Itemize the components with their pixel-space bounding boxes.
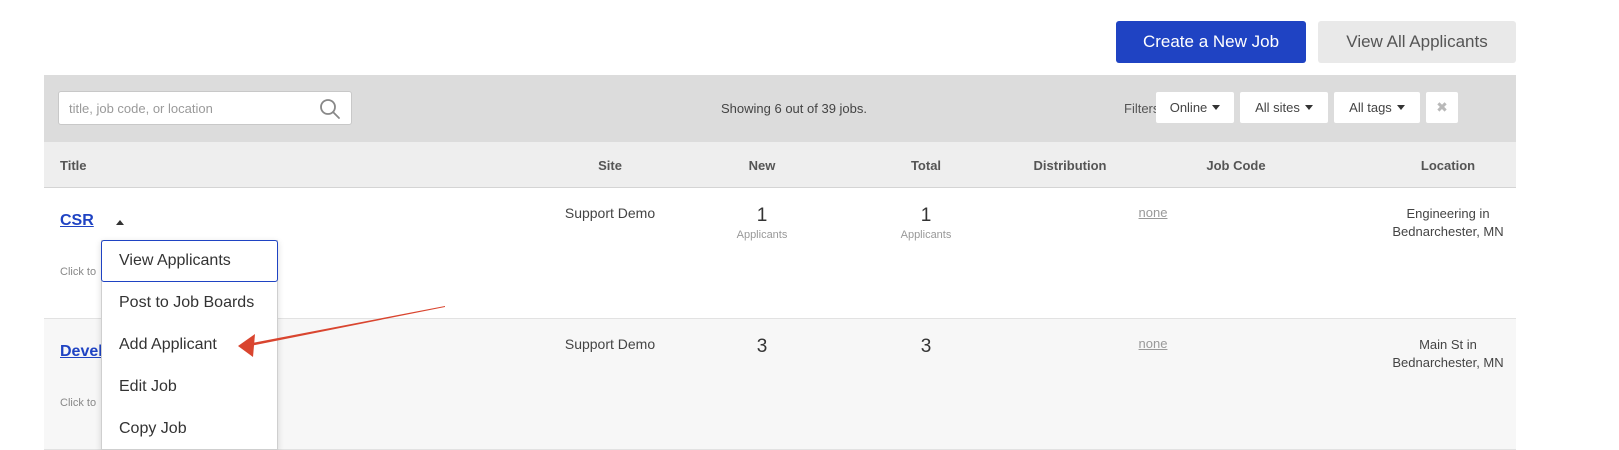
column-header-total[interactable]: Total [866,142,986,188]
job-location: Main St in Bednarchester, MN [1384,336,1512,372]
sites-filter-dropdown[interactable]: All sites [1240,92,1328,123]
chevron-up-icon[interactable] [116,220,124,225]
menu-item-add-applicant[interactable]: Add Applicant [102,324,277,366]
location-line: Bednarchester, MN [1392,355,1504,370]
results-count: Showing 6 out of 39 jobs. [721,101,867,116]
location-line: Engineering in [1406,206,1490,221]
status-filter-dropdown[interactable]: Online [1156,92,1234,123]
new-applicants-count[interactable]: 3 [702,336,822,358]
menu-item-copy-job[interactable]: Copy Job [102,408,277,450]
create-new-job-button[interactable]: Create a New Job [1116,21,1306,63]
new-count-label: Applicants [736,229,788,241]
job-actions-menu: View Applicants Post to Job Boards Add A… [101,240,278,450]
distribution-link[interactable]: none [1093,205,1213,220]
job-title-link[interactable]: Devel [60,343,103,361]
job-location: Engineering in Bednarchester, MN [1384,205,1512,241]
total-count: 1 [920,205,932,226]
filter-bar: Showing 6 out of 39 jobs. Filters: Onlin… [44,75,1516,142]
column-header-job-code[interactable]: Job Code [1176,142,1296,188]
search-box [58,91,352,125]
new-count: 3 [756,336,768,357]
chevron-down-icon [1304,105,1313,110]
row-hint: Click to [60,397,97,409]
new-count: 1 [756,205,768,226]
status-filter-label: Online [1169,100,1208,115]
column-header-location[interactable]: Location [1384,142,1512,188]
total-count-label: Applicants [900,229,952,241]
tags-filter-dropdown[interactable]: All tags [1334,92,1420,123]
column-header-site[interactable]: Site [535,142,685,188]
menu-item-post-to-job-boards[interactable]: Post to Job Boards [102,282,277,324]
job-site: Support Demo [564,336,656,352]
menu-item-edit-job[interactable]: Edit Job [102,366,277,408]
sites-filter-label: All sites [1255,100,1300,115]
location-line: Bednarchester, MN [1392,224,1504,239]
close-icon: ✖ [1436,99,1448,115]
column-header-title[interactable]: Title [60,142,87,188]
search-input[interactable] [59,92,309,124]
row-hint: Click to [60,266,97,278]
chevron-down-icon [1212,105,1221,110]
distribution-link[interactable]: none [1093,336,1213,351]
total-applicants-count[interactable]: 1 Applicants [866,205,986,241]
column-header-new[interactable]: New [702,142,822,188]
job-site: Support Demo [564,205,656,221]
total-count: 3 [920,336,932,357]
total-applicants-count[interactable]: 3 [866,336,986,358]
job-title-link[interactable]: CSR [60,212,94,230]
location-line: Main St in [1419,337,1477,352]
chevron-down-icon [1396,105,1405,110]
new-applicants-count[interactable]: 1 Applicants [702,205,822,241]
column-header-distribution[interactable]: Distribution [1010,142,1130,188]
view-all-applicants-button[interactable]: View All Applicants [1318,21,1516,63]
table-header: Title Site New Total Distribution Job Co… [44,142,1516,188]
clear-filters-button[interactable]: ✖ [1426,92,1458,123]
menu-item-view-applicants[interactable]: View Applicants [101,240,278,282]
tags-filter-label: All tags [1349,100,1392,115]
search-icon[interactable] [319,98,341,120]
